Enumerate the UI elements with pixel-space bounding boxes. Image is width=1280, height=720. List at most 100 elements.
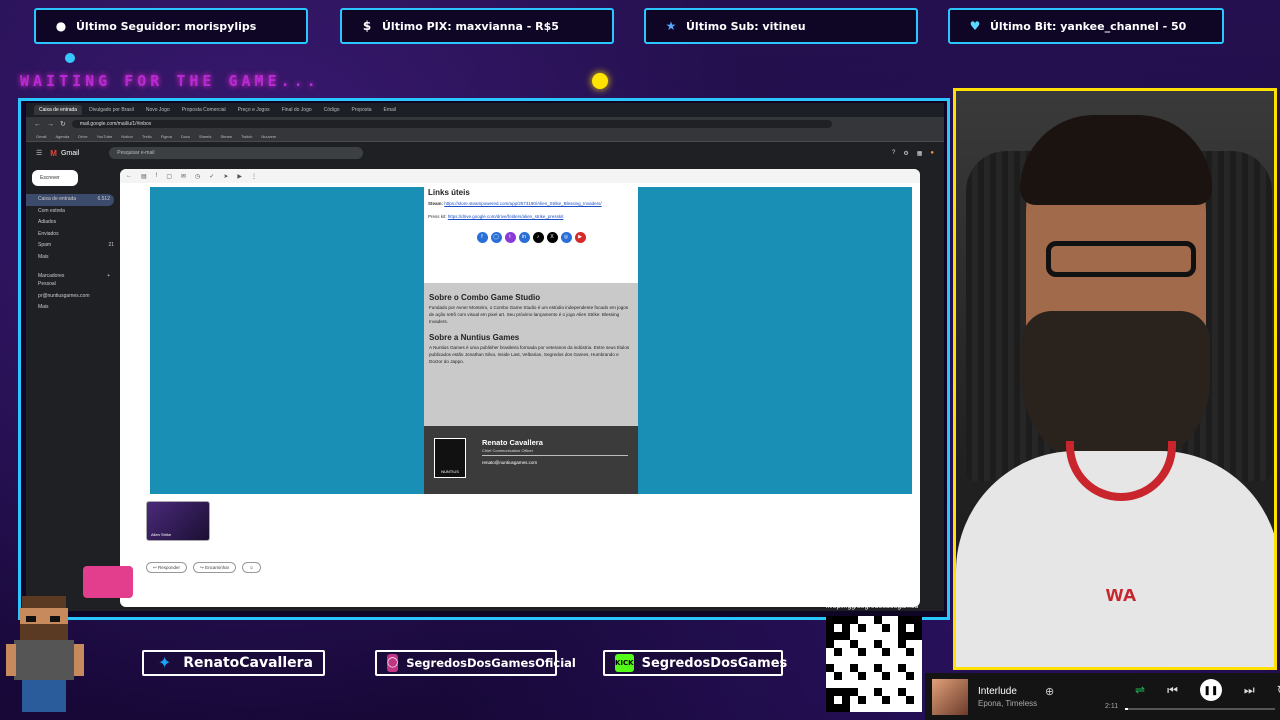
youtube-icon[interactable]: ▶ (574, 232, 586, 243)
sidebar-item-more[interactable]: Mais (26, 252, 118, 264)
qr-module (906, 648, 914, 656)
qr-module (898, 680, 906, 688)
kick-handle-text: SegredosDosGames (641, 655, 788, 671)
bookmark[interactable]: Figma (161, 134, 172, 139)
task-icon[interactable]: ✓ (209, 173, 214, 180)
qr-module (906, 616, 914, 624)
qr-module (842, 664, 850, 672)
report-icon[interactable]: ! (156, 173, 158, 179)
label-item[interactable]: Mais (26, 302, 118, 314)
browser-tab[interactable]: Proposta (347, 105, 377, 115)
sidebar-item-starred[interactable]: Com estrela (26, 206, 118, 218)
qr-module (914, 640, 922, 648)
bookmark[interactable]: Drive (78, 134, 87, 139)
forward-arrow-icon[interactable]: → (47, 121, 54, 128)
bookmark[interactable]: Sheets (199, 134, 211, 139)
help-icon[interactable]: ? (892, 150, 895, 157)
bookmark[interactable]: Trello (142, 134, 152, 139)
reply-button[interactable]: ↩ Responder (146, 562, 188, 573)
back-arrow-icon[interactable]: ← (34, 121, 41, 128)
qr-module (898, 648, 906, 656)
menu-icon[interactable]: ☰ (36, 149, 42, 157)
qr-module (842, 688, 850, 696)
qr-module (882, 672, 890, 680)
web-icon[interactable]: ◎ (560, 232, 572, 243)
browser-tab[interactable]: Preço e Jogos (233, 105, 275, 115)
label-item[interactable]: Pessoal (26, 279, 118, 291)
search-input[interactable]: Pesquisar e-mail (109, 147, 364, 159)
bookmark[interactable]: Twitch (241, 134, 252, 139)
label-item[interactable]: pr@nuntiusgames.com (26, 291, 118, 303)
social-links: f ◯ t in ♪ X ◎ ▶ (428, 232, 634, 243)
delete-icon[interactable]: ▢ (166, 173, 172, 180)
facebook-icon[interactable]: f (476, 232, 488, 243)
qr-module (914, 680, 922, 688)
x-icon[interactable]: X (546, 232, 558, 243)
move-icon[interactable]: ➤ (223, 173, 228, 180)
pause-button[interactable]: ❚❚ (1199, 679, 1222, 701)
bookmark[interactable]: Agenda (55, 134, 69, 139)
bookmark[interactable]: Docs (181, 134, 190, 139)
url-input[interactable]: mail.google.com/mail/u/1/#inbox (71, 120, 832, 128)
twitch-icon[interactable]: t (504, 232, 516, 243)
archive-icon[interactable]: ▤ (141, 173, 147, 180)
tab-bar: Caixa de entrada Divulgado por Brasil No… (26, 103, 944, 117)
waiting-text: WAITING FOR THE GAME... (20, 72, 320, 90)
shuffle-icon[interactable]: ⇌ (1135, 683, 1145, 697)
dollar-icon: $ (362, 19, 372, 33)
emoji-reaction-button[interactable]: ☺ (242, 562, 261, 573)
sidebar-item-spam[interactable]: Spam 21 (26, 240, 118, 252)
browser-tab[interactable]: Proposta Comercial (177, 105, 231, 115)
qr-module (858, 632, 866, 640)
signature-email[interactable]: renato@nuntiusgames.com (482, 460, 537, 465)
snooze-icon[interactable]: ◷ (195, 173, 200, 180)
presskit-link[interactable]: https://drive.google.com/drive/folders/a… (448, 214, 564, 219)
mail-icon[interactable]: ✉ (181, 173, 186, 180)
more-vert-icon[interactable]: ⋮ (251, 173, 257, 180)
qr-module (834, 616, 842, 624)
apps-icon[interactable]: ▦ (917, 150, 923, 157)
label-icon[interactable]: ▶ (237, 173, 242, 180)
browser-tab[interactable]: Divulgado por Brasil (84, 105, 139, 115)
bookmark[interactable]: Steam (220, 134, 232, 139)
sidebar-item-snoozed[interactable]: Adiados (26, 217, 118, 229)
qr-module (850, 624, 858, 632)
bookmark[interactable]: Nuuvem (261, 134, 276, 139)
tiktok-icon[interactable]: ♪ (532, 232, 544, 243)
bookmark[interactable]: Gmail (36, 134, 46, 139)
qr-module (906, 672, 914, 680)
elapsed-time: 2:11 (1105, 703, 1119, 710)
attachment-thumbnail[interactable]: Alien Strike (146, 501, 210, 541)
sidebar-item-sent[interactable]: Enviados (26, 229, 118, 241)
browser-tab[interactable]: Código (319, 105, 345, 115)
add-to-library-icon[interactable]: ⊕ (1045, 685, 1054, 698)
reload-icon[interactable]: ↻ (60, 120, 66, 128)
linkedin-icon[interactable]: in (518, 232, 530, 243)
bookmark[interactable]: YouTube (97, 134, 113, 139)
pixel-alien-sprite (83, 566, 133, 598)
gmail-logo[interactable]: M Gmail (50, 149, 79, 158)
sidebar-item-inbox[interactable]: Caixa de entrada 6.512 (26, 194, 114, 206)
bookmark[interactable]: Notion (121, 134, 133, 139)
decor-dot (65, 53, 75, 63)
steam-link[interactable]: https://store.steampowered.com/app/25731… (444, 201, 601, 206)
qr-module (882, 624, 890, 632)
qr-module (858, 672, 866, 680)
back-arrow-icon[interactable]: ← (126, 173, 132, 179)
next-icon[interactable]: ⏭ (1244, 683, 1255, 698)
signature-name: Renato Cavallera (482, 438, 543, 447)
instagram-icon[interactable]: ◯ (490, 232, 502, 243)
avatar[interactable]: ● (930, 150, 934, 157)
browser-tab[interactable]: Novo Jogo (141, 105, 175, 115)
forward-button[interactable]: ↪ Encaminhar (193, 562, 237, 573)
qr-module (834, 672, 842, 680)
compose-button[interactable]: Escrever (32, 170, 78, 186)
email-body: Links úteis Steam: https://store.steampo… (150, 187, 912, 494)
progress-bar[interactable] (1125, 708, 1275, 710)
browser-tab[interactable]: Email (379, 105, 402, 115)
browser-tab[interactable]: Caixa de entrada (34, 105, 83, 115)
settings-icon[interactable]: ⚙ (903, 150, 908, 157)
add-label-icon[interactable]: + (107, 273, 110, 279)
previous-icon[interactable]: ⏮ (1167, 683, 1178, 698)
browser-tab[interactable]: Final do Jogo (277, 105, 317, 115)
